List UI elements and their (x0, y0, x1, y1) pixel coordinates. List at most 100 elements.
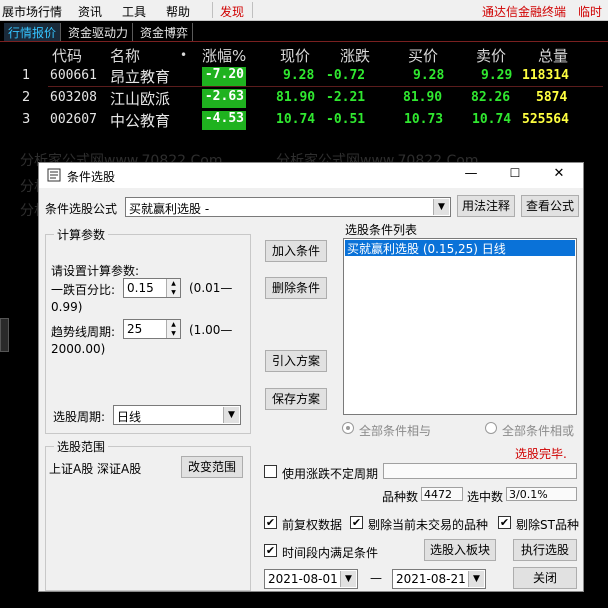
delete-condition-button[interactable]: 删除条件 (265, 277, 327, 299)
chevron-down-icon[interactable]: ▼ (340, 571, 356, 587)
menu-alert[interactable]: 发现 (220, 3, 244, 20)
import-scheme-button[interactable]: 引入方案 (265, 350, 327, 372)
table-row[interactable]: 1 600661 昂立教育 -7.20 9.28 -0.72 9.28 9.29… (0, 66, 608, 88)
chevron-down-icon[interactable]: ▼ (433, 199, 449, 215)
menu-help[interactable]: 帮助 (166, 3, 190, 20)
menu-truncated[interactable]: 临时 (578, 3, 602, 20)
exclude-st-checkbox[interactable]: ✔ (498, 516, 511, 529)
param2-stepper[interactable]: ▲ ▼ (166, 320, 180, 338)
param1-range: (0.01— (189, 281, 233, 295)
tab-quotes[interactable]: 行情报价 (4, 23, 62, 41)
date-from-picker[interactable]: 2021-08-01 ▼ (264, 569, 358, 589)
chevron-down-icon[interactable]: ▼ (223, 407, 239, 423)
exclude-untraded-checkbox[interactable]: ✔ (350, 516, 363, 529)
dialog-titlebar[interactable]: 条件选股 — ☐ ✕ (39, 163, 583, 188)
header-code[interactable]: 代码 (52, 45, 82, 66)
status-text: 选股完毕. (515, 447, 567, 461)
forward-adjust-label: 前复权数据 (282, 518, 343, 532)
margin-link[interactable]: 通达信金融终端 (482, 3, 566, 20)
range-group-title: 选股范围 (54, 438, 109, 455)
menu-separator (212, 2, 213, 18)
maximize-icon[interactable]: ☐ (505, 166, 525, 184)
header-price[interactable]: 现价 (280, 45, 310, 66)
forward-adjust-checkbox[interactable]: ✔ (264, 516, 277, 529)
param2-range: (1.00— (189, 323, 233, 337)
row-name: 江山欧派 (110, 90, 171, 108)
save-scheme-button[interactable]: 保存方案 (265, 388, 327, 410)
close-icon[interactable]: ✕ (549, 166, 569, 184)
usage-notes-button[interactable]: 用法注释 (457, 195, 515, 217)
row-ask: 10.74 (472, 112, 512, 127)
side-panel-handle[interactable] (0, 318, 9, 352)
row-change: -0.72 (326, 68, 366, 83)
condition-screen-dialog: 条件选股 — ☐ ✕ 条件选股公式 买就赢利选股 - ▼ 用法注释 查看公式 计… (38, 162, 584, 592)
add-condition-button[interactable]: 加入条件 (265, 240, 327, 262)
dialog-title: 条件选股 (67, 170, 116, 184)
row-pct: -7.20 (202, 67, 246, 86)
header-bid[interactable]: 买价 (408, 45, 438, 66)
run-screen-button[interactable]: 执行选股 (513, 539, 577, 561)
irregular-period-label: 使用涨跌不定周期 (282, 467, 379, 481)
table-row[interactable]: 3 002607 中公教育 -4.53 10.74 -0.51 10.73 10… (0, 110, 608, 132)
param2-range-end: 2000.00) (51, 342, 106, 356)
header-ask[interactable]: 卖价 (476, 45, 506, 66)
irregular-period-checkbox[interactable] (264, 465, 277, 478)
row-pct: -4.53 (202, 111, 246, 130)
row-change: -0.51 (326, 112, 366, 127)
tab-fund-drive[interactable]: 资金驱动力 (64, 23, 134, 41)
param1-label: 一跌百分比: (51, 283, 116, 297)
radio-and-label: 全部条件相与 (359, 424, 432, 438)
date-from-value: 2021-08-01 (268, 572, 338, 586)
formula-label: 条件选股公式 (45, 202, 118, 216)
row-index: 3 (22, 112, 31, 127)
period-condition-checkbox[interactable]: ✔ (264, 544, 277, 557)
formula-select[interactable]: 买就赢利选股 - ▼ (125, 197, 451, 217)
tab-fund-game[interactable]: 资金博弈 (136, 23, 194, 41)
range-value: 上证A股 深证A股 (49, 462, 142, 476)
menu-separator (252, 2, 253, 18)
menu-bar: 展市场行情 资讯 工具 帮助 发现 通达信金融终端 临时 (0, 0, 608, 21)
table-row[interactable]: 2 603208 江山欧派 -2.63 81.90 -2.21 81.90 82… (0, 88, 608, 110)
menu-tools[interactable]: 工具 (122, 3, 146, 20)
menu-news[interactable]: 资讯 (78, 3, 102, 20)
row-price: 9.28 (283, 68, 315, 83)
radio-or[interactable] (485, 422, 497, 434)
condition-list[interactable]: 买就赢利选股 (0.15,25) 日线 (343, 238, 577, 415)
period-select[interactable]: 日线 ▼ (113, 405, 241, 425)
period-condition-label: 时间段内满足条件 (282, 546, 379, 560)
header-pct[interactable]: 涨幅% (202, 45, 246, 66)
dialog-app-icon (47, 168, 61, 182)
hit-value: 3/0.1% (506, 487, 577, 501)
minimize-icon[interactable]: — (461, 166, 481, 184)
date-to-picker[interactable]: 2021-08-21 ▼ (392, 569, 486, 589)
row-pct: -2.63 (202, 89, 246, 108)
header-name[interactable]: 名称 (110, 45, 140, 66)
row-index: 2 (22, 90, 31, 105)
row-price: 10.74 (276, 112, 316, 127)
change-range-button[interactable]: 改变范围 (181, 456, 243, 478)
row-volume: 5874 (536, 90, 568, 105)
param1-stepper[interactable]: ▲ ▼ (166, 279, 180, 297)
period-label: 选股周期: (53, 410, 106, 424)
chevron-down-icon[interactable]: ▼ (468, 571, 484, 587)
param2-label: 趋势线周期: (51, 325, 116, 339)
params-group-title: 计算参数 (54, 226, 109, 243)
row-divider (48, 86, 603, 87)
row-name: 中公教育 (110, 112, 171, 130)
row-price: 81.90 (276, 90, 316, 105)
header-volume[interactable]: 总量 (538, 45, 568, 66)
menu-market[interactable]: 展市场行情 (2, 3, 62, 20)
row-code: 603208 (50, 90, 97, 105)
condition-list-item[interactable]: 买就赢利选股 (0.15,25) 日线 (345, 240, 575, 256)
radio-and[interactable] (342, 422, 354, 434)
close-button[interactable]: 关闭 (513, 567, 577, 589)
row-bid: 9.28 (413, 68, 445, 83)
to-block-button[interactable]: 选股入板块 (424, 539, 496, 561)
irregular-period-field (383, 463, 577, 479)
radio-or-label: 全部条件相或 (502, 424, 575, 438)
view-formula-button[interactable]: 查看公式 (521, 195, 579, 217)
app-window: { "menu": { "market": "展市场行情", "news": "… (0, 0, 608, 608)
row-code: 600661 (50, 68, 97, 83)
header-change[interactable]: 涨跌 (340, 45, 370, 66)
exclude-untraded-label: 剔除当前未交易的品种 (368, 518, 489, 532)
